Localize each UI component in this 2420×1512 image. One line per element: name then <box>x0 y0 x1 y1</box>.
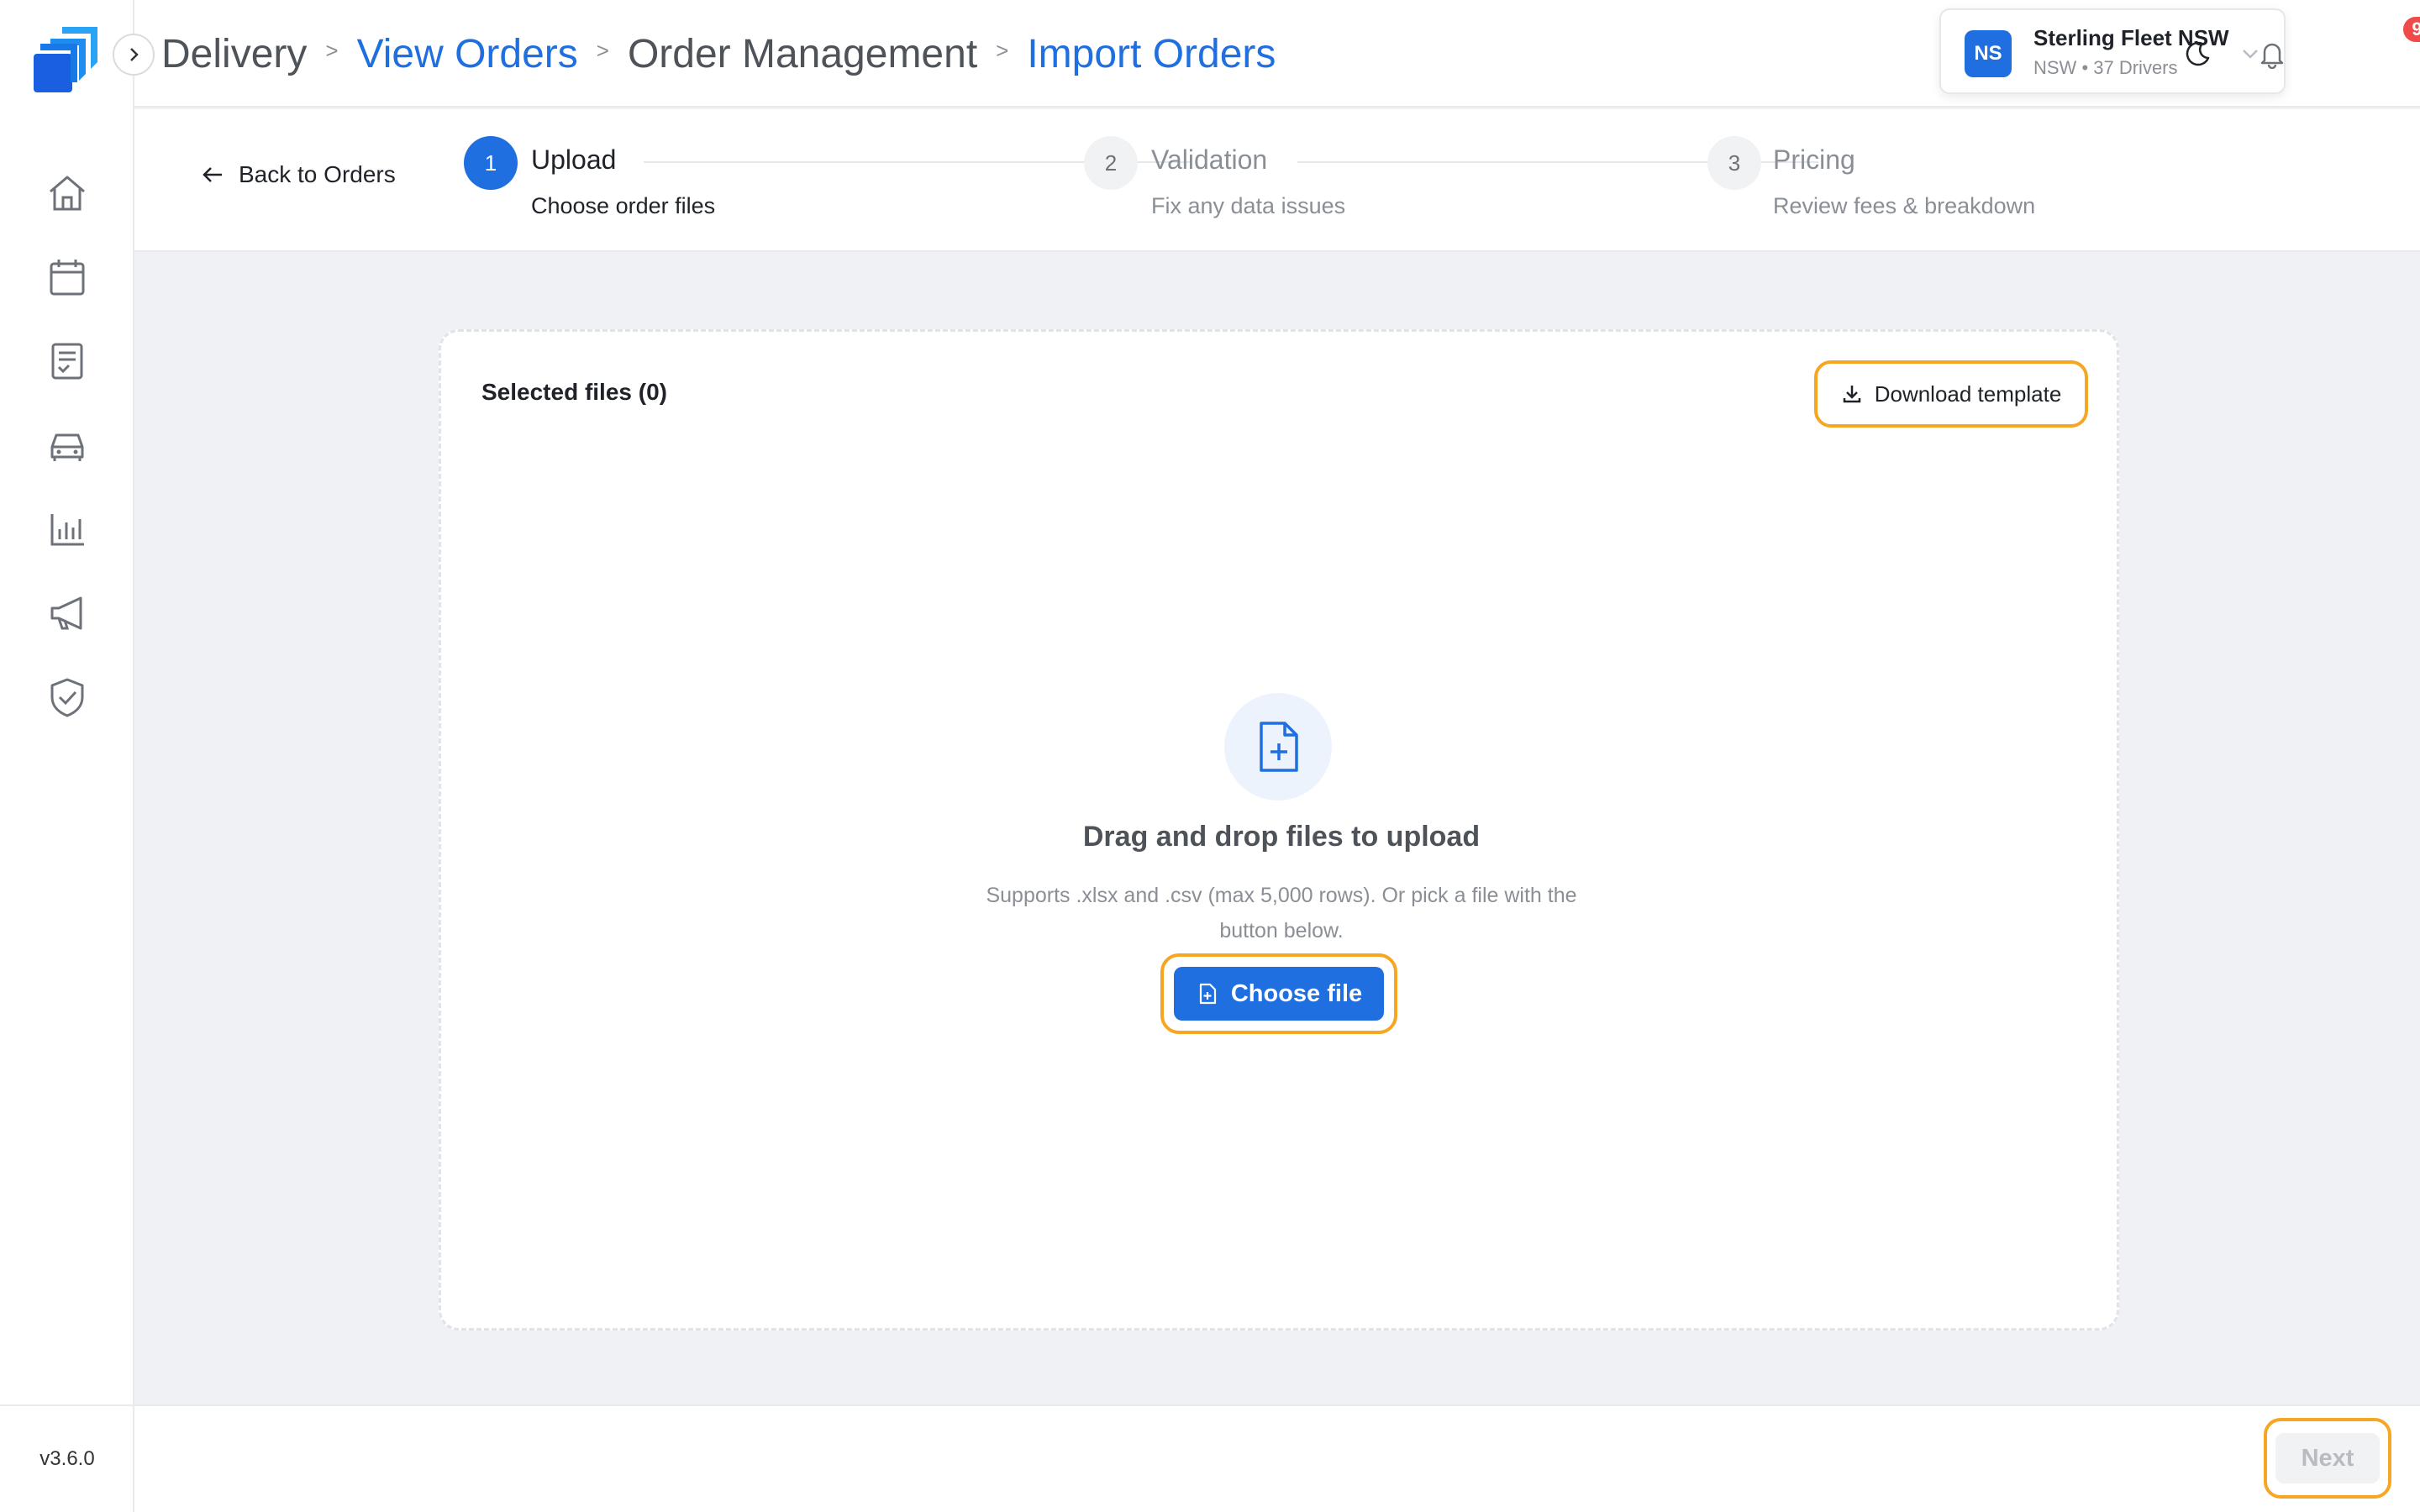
sidebar-item-home[interactable] <box>0 151 134 235</box>
home-icon <box>50 176 85 211</box>
arrow-left-icon <box>203 167 222 182</box>
breadcrumb-order-management: Order Management <box>627 31 978 76</box>
import-stepper: Back to Orders 1 Upload Choose order fil… <box>134 109 2420 252</box>
car-icon <box>50 433 84 461</box>
org-initials-badge: NS <box>1965 30 2012 77</box>
download-template-label: Download template <box>1874 381 2062 407</box>
breadcrumb-separator: > <box>596 37 609 63</box>
sidebar-toggle-button[interactable] <box>113 34 155 76</box>
drop-zone-title: Drag and drop files to upload <box>1082 821 1481 853</box>
sidebar-item-compliance[interactable] <box>0 655 134 739</box>
step-2-indicator: 2 <box>1084 136 1138 190</box>
theme-toggle-button[interactable] <box>2176 32 2220 76</box>
notification-count-badge: 99+ <box>2403 17 2420 42</box>
sidebar-item-vehicles[interactable] <box>0 403 134 487</box>
calendar-icon <box>50 260 85 296</box>
sidebar-item-reports[interactable] <box>0 487 134 571</box>
org-subtitle: NSW • 37 Drivers <box>2033 57 2178 78</box>
step-3-indicator: 3 <box>1707 136 1761 190</box>
breadcrumb-delivery: Delivery <box>161 31 308 76</box>
top-header: Delivery > View Orders > Order Managemen… <box>134 0 2420 108</box>
choose-file-highlight: Choose file <box>1160 953 1397 1034</box>
bell-icon <box>2260 43 2284 69</box>
sidebar-item-orders[interactable] <box>0 319 134 403</box>
download-template-highlight: Download template <box>1814 360 2088 428</box>
step-1-title: Upload <box>531 144 617 175</box>
step-2-title: Validation <box>1151 144 1268 175</box>
file-upload-icon-badge <box>1224 693 1332 801</box>
step-3-subtitle: Review fees & breakdown <box>1773 193 2036 218</box>
sidebar: v3.6.0 <box>0 0 134 1512</box>
download-template-button[interactable]: Download template <box>1823 369 2080 419</box>
drop-zone-subtitle: Supports .xlsx and .csv (max 5,000 rows)… <box>986 884 1577 942</box>
choose-file-button[interactable]: Choose file <box>1174 967 1384 1021</box>
breadcrumb-separator: > <box>996 37 1009 63</box>
step-1-subtitle: Choose order files <box>531 193 716 218</box>
selected-files-label: Selected files (0) <box>481 379 667 405</box>
choose-file-label: Choose file <box>1230 979 1363 1007</box>
next-button-highlight: Next <box>2264 1418 2391 1499</box>
breadcrumb-view-orders[interactable]: View Orders <box>357 31 578 77</box>
step-1-indicator: 1 <box>464 136 518 190</box>
breadcrumb: Delivery > View Orders > Order Managemen… <box>161 0 1276 108</box>
file-drop-zone[interactable]: Selected files (0) Download template Dra… <box>439 329 2119 1331</box>
step-2-subtitle: Fix any data issues <box>1151 193 1346 218</box>
shield-check-icon <box>50 678 84 717</box>
sidebar-nav <box>0 151 134 739</box>
app-version: v3.6.0 <box>0 1404 134 1512</box>
organization-switcher[interactable]: NS Sterling Fleet NSW NSW • 37 Drivers <box>1939 8 2286 94</box>
breadcrumb-separator: > <box>325 37 339 63</box>
breadcrumb-import-orders[interactable]: Import Orders <box>1027 31 1276 77</box>
app-logo[interactable] <box>29 22 106 96</box>
back-to-orders-link[interactable]: Back to Orders <box>200 161 396 188</box>
sidebar-item-calendar[interactable] <box>0 235 134 319</box>
chevron-right-icon <box>130 48 139 61</box>
moon-icon <box>2186 41 2210 66</box>
file-plus-icon <box>1199 983 1216 1005</box>
file-plus-icon <box>1260 722 1298 772</box>
next-button[interactable]: Next <box>2275 1433 2380 1483</box>
bar-chart-icon <box>50 514 84 546</box>
megaphone-icon <box>50 596 82 630</box>
step-3-title: Pricing <box>1773 144 1855 175</box>
sidebar-item-marketing[interactable] <box>0 571 134 655</box>
notifications-button[interactable] <box>2250 32 2294 76</box>
download-icon <box>1843 386 1860 403</box>
receipt-icon <box>51 343 83 380</box>
back-to-orders-label: Back to Orders <box>239 161 396 187</box>
wizard-footer: Next <box>134 1404 2420 1512</box>
